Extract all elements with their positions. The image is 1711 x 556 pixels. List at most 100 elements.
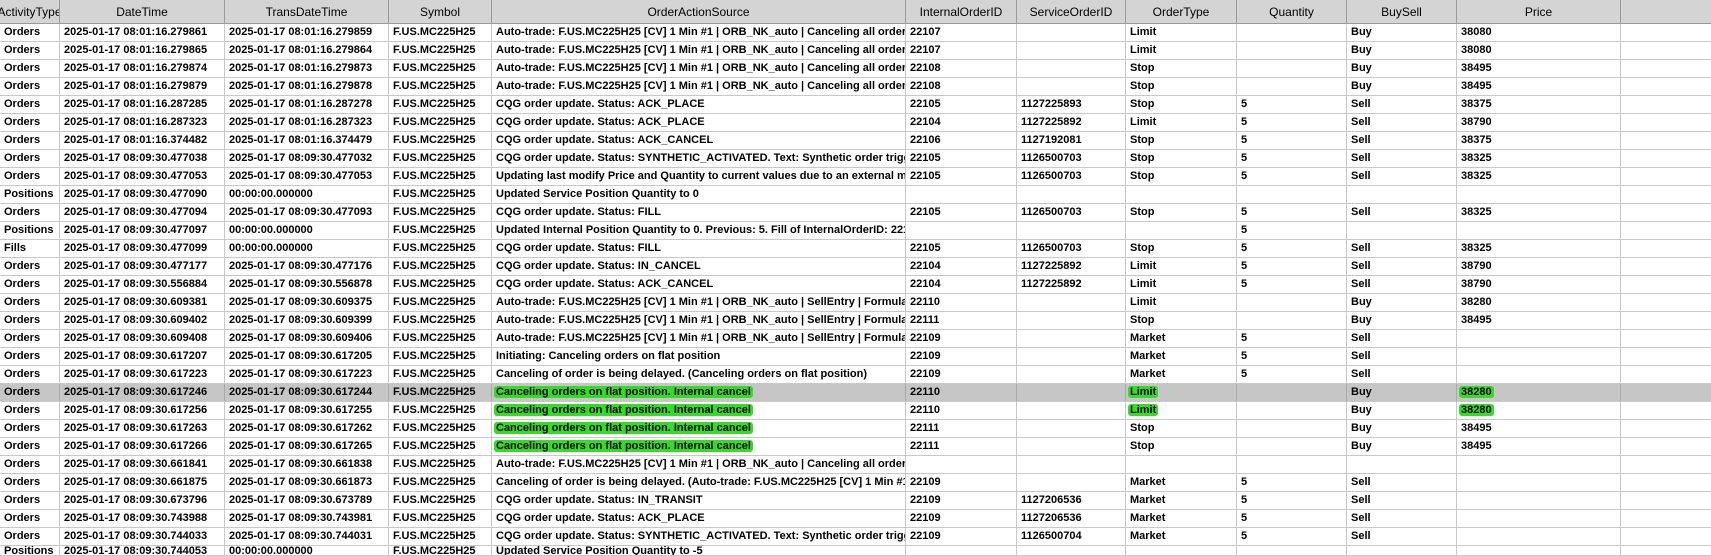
- cell-order-type: Market: [1126, 348, 1237, 365]
- table-row[interactable]: Orders 2025-01-17 08:09:30.609381 2025-01-…: [0, 294, 1711, 312]
- order-log-table: ActivityType DateTime TransDateTime Symbol O…: [0, 0, 1711, 556]
- cell-buy-sell: Buy: [1347, 78, 1457, 95]
- cell-activity-type: Fills: [0, 240, 60, 257]
- table-row[interactable]: Orders 2025-01-17 08:09:30.477177 2025-01-…: [0, 258, 1711, 276]
- table-row[interactable]: Fills 2025-01-17 08:09:30.477099 00:00:00.…: [0, 240, 1711, 258]
- cell-quantity: 5: [1237, 132, 1347, 149]
- table-row[interactable]: Orders 2025-01-17 08:09:30.617266 2025-01-…: [0, 438, 1711, 456]
- cell-date-time: 2025-01-17 08:09:30.617207: [60, 348, 225, 365]
- table-row[interactable]: Orders 2025-01-17 08:09:30.673796 2025-01-…: [0, 492, 1711, 510]
- table-row[interactable]: Orders 2025-01-17 08:09:30.617223 2025-01-…: [0, 366, 1711, 384]
- cell-service-order-id: [1017, 402, 1126, 419]
- table-row[interactable]: Orders 2025-01-17 08:09:30.743988 2025-01-…: [0, 510, 1711, 528]
- cell-quantity: 5: [1237, 330, 1347, 347]
- cell-order-type: Stop: [1126, 96, 1237, 113]
- cell-buy-sell: [1347, 546, 1457, 555]
- cell-order-action-source: Canceling orders on flat position. Inter…: [492, 402, 906, 419]
- column-header-order-type[interactable]: OrderType: [1126, 0, 1237, 23]
- column-header-trans-date-time[interactable]: TransDateTime: [225, 0, 389, 23]
- table-row[interactable]: Orders 2025-01-17 08:09:30.661841 2025-01-…: [0, 456, 1711, 474]
- cell-service-order-id: [1017, 456, 1126, 473]
- cell-order-action-source: Auto-trade: F.US.MC225H25 [CV] 1 Min #1 …: [492, 294, 906, 311]
- table-row[interactable]: Orders 2025-01-17 08:01:16.279879 2025-01-…: [0, 78, 1711, 96]
- column-header-date-time[interactable]: DateTime: [60, 0, 225, 23]
- table-row[interactable]: Orders 2025-01-17 08:09:30.477053 2025-01-…: [0, 168, 1711, 186]
- cell-buy-sell: Buy: [1347, 42, 1457, 59]
- column-header-service-order-id[interactable]: ServiceOrderID: [1017, 0, 1126, 23]
- cell-order-type: Market: [1126, 528, 1237, 545]
- table-row[interactable]: Orders 2025-01-17 08:01:16.279874 2025-01-…: [0, 60, 1711, 78]
- column-header-internal-order-id[interactable]: InternalOrderID: [906, 0, 1017, 23]
- cell-quantity: [1237, 294, 1347, 311]
- cell-activity-type: Orders: [0, 438, 60, 455]
- highlight-mark: Limit: [1128, 404, 1159, 416]
- cell-price: 38790: [1457, 114, 1621, 131]
- cell-trans-date-time: 2025-01-17 08:09:30.609399: [225, 312, 389, 329]
- cell-order-type: Market: [1126, 492, 1237, 509]
- cell-internal-order-id: 22107: [906, 42, 1017, 59]
- cell-internal-order-id: 22111: [906, 312, 1017, 329]
- cell-trans-date-time: 2025-01-17 08:09:30.617244: [225, 384, 389, 401]
- table-row[interactable]: Orders 2025-01-17 08:01:16.287323 2025-01-…: [0, 114, 1711, 132]
- cell-price: [1457, 330, 1621, 347]
- table-row[interactable]: Orders 2025-01-17 08:09:30.617207 2025-01-…: [0, 348, 1711, 366]
- column-header-quantity[interactable]: Quantity: [1237, 0, 1347, 23]
- cell-order-type: [1126, 222, 1237, 239]
- cell-date-time: 2025-01-17 08:09:30.609381: [60, 294, 225, 311]
- cell-quantity: 5: [1237, 150, 1347, 167]
- cell-trans-date-time: 2025-01-17 08:01:16.279878: [225, 78, 389, 95]
- cell-buy-sell: Sell: [1347, 492, 1457, 509]
- column-header-buy-sell[interactable]: BuySell: [1347, 0, 1457, 23]
- cell-symbol: F.US.MC225H25: [389, 330, 492, 347]
- column-header-price[interactable]: Price: [1457, 0, 1621, 23]
- cell-service-order-id: [1017, 78, 1126, 95]
- column-header-symbol[interactable]: Symbol: [389, 0, 492, 23]
- table-row[interactable]: Positions 2025-01-17 08:09:30.477097 00:00…: [0, 222, 1711, 240]
- table-row[interactable]: Orders 2025-01-17 08:09:30.661875 2025-01-…: [0, 474, 1711, 492]
- cell-activity-type: Orders: [0, 60, 60, 77]
- highlight-mark: Limit: [1128, 386, 1159, 398]
- cell-trans-date-time: 2025-01-17 08:09:30.661873: [225, 474, 389, 491]
- cell-activity-type: Orders: [0, 132, 60, 149]
- cell-activity-type: Orders: [0, 348, 60, 365]
- cell-price: 38080: [1457, 42, 1621, 59]
- cell-trans-date-time: 2025-01-17 08:09:30.556878: [225, 276, 389, 293]
- table-row[interactable]: Orders 2025-01-17 08:09:30.617256 2025-01-…: [0, 402, 1711, 420]
- table-row[interactable]: Positions 2025-01-17 08:09:30.477090 00:00…: [0, 186, 1711, 204]
- table-row[interactable]: Orders 2025-01-17 08:09:30.477038 2025-01-…: [0, 150, 1711, 168]
- cell-trans-date-time: 2025-01-17 08:09:30.609375: [225, 294, 389, 311]
- cell-date-time: 2025-01-17 08:09:30.477053: [60, 168, 225, 185]
- table-row[interactable]: Orders 2025-01-17 08:01:16.374482 2025-01-…: [0, 132, 1711, 150]
- cell-trans-date-time: 00:00:00.000000: [225, 240, 389, 257]
- cell-symbol: F.US.MC225H25: [389, 114, 492, 131]
- cell-buy-sell: Sell: [1347, 330, 1457, 347]
- table-row-selected[interactable]: Orders 2025-01-17 08:09:30.617246 2025-01-…: [0, 384, 1711, 402]
- cell-service-order-id: 1127225892: [1017, 258, 1126, 275]
- table-row[interactable]: Orders 2025-01-17 08:01:16.287285 2025-01-…: [0, 96, 1711, 114]
- cell-buy-sell: [1347, 222, 1457, 239]
- cell-order-type: Stop: [1126, 420, 1237, 437]
- cell-quantity: [1237, 24, 1347, 41]
- cell-service-order-id: [1017, 186, 1126, 203]
- column-header-order-action-source[interactable]: OrderActionSource: [492, 0, 906, 23]
- table-row[interactable]: Orders 2025-01-17 08:09:30.477094 2025-01-…: [0, 204, 1711, 222]
- table-row[interactable]: Orders 2025-01-17 08:09:30.617263 2025-01-…: [0, 420, 1711, 438]
- cell-symbol: F.US.MC225H25: [389, 510, 492, 527]
- cell-date-time: 2025-01-17 08:09:30.744033: [60, 528, 225, 545]
- cell-internal-order-id: 22109: [906, 366, 1017, 383]
- cell-date-time: 2025-01-17 08:09:30.477099: [60, 240, 225, 257]
- table-row[interactable]: Orders 2025-01-17 08:01:16.279861 2025-01-…: [0, 24, 1711, 42]
- cell-buy-sell: Sell: [1347, 168, 1457, 185]
- column-header-activity-type[interactable]: ActivityType: [0, 0, 60, 23]
- cell-quantity: [1237, 456, 1347, 473]
- table-row[interactable]: Orders 2025-01-17 08:09:30.609408 2025-01-…: [0, 330, 1711, 348]
- cell-price: 38325: [1457, 168, 1621, 185]
- table-row[interactable]: Orders 2025-01-17 08:09:30.609402 2025-01-…: [0, 312, 1711, 330]
- cell-internal-order-id: 22104: [906, 276, 1017, 293]
- table-row[interactable]: Orders 2025-01-17 08:09:30.556884 2025-01-…: [0, 276, 1711, 294]
- cell-price: 38495: [1457, 420, 1621, 437]
- cell-internal-order-id: 22105: [906, 240, 1017, 257]
- table-row[interactable]: Orders 2025-01-17 08:09:30.744033 2025-01-…: [0, 528, 1711, 546]
- table-row[interactable]: Orders 2025-01-17 08:01:16.279865 2025-01-…: [0, 42, 1711, 60]
- cell-internal-order-id: 22105: [906, 168, 1017, 185]
